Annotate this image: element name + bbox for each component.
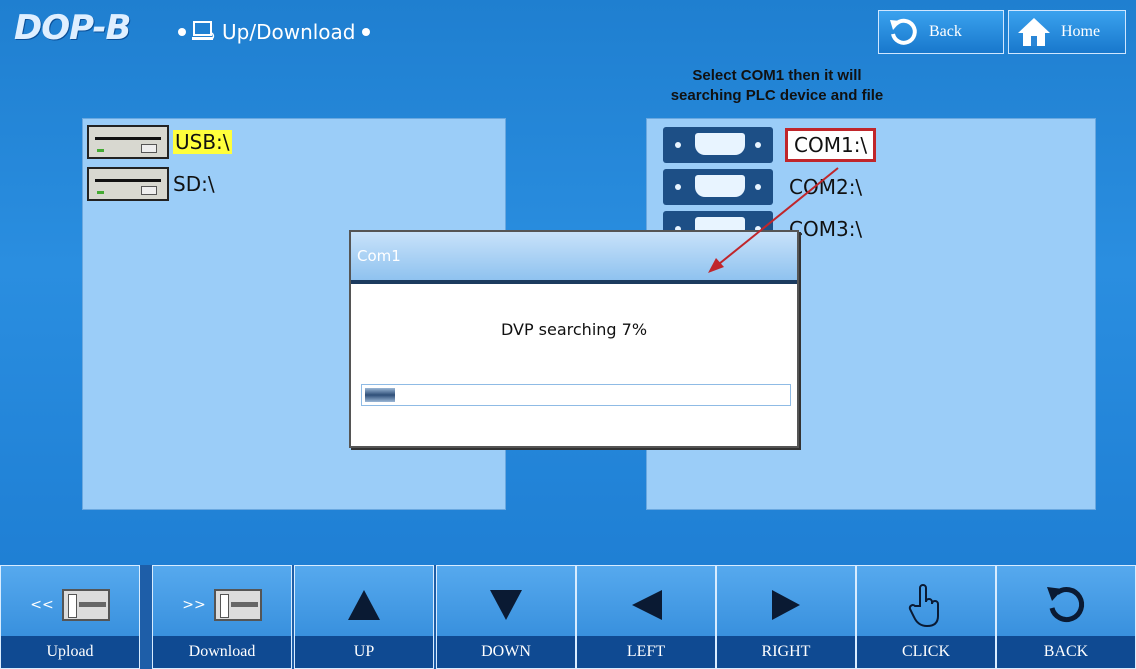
dialog-message: DVP searching 7% (500, 320, 648, 339)
undo-icon (890, 18, 917, 45)
drive-icon (87, 125, 169, 159)
triangle-right-icon (772, 590, 800, 620)
computer-icon (192, 21, 215, 40)
com-item-label: COM1:\ (785, 128, 877, 162)
home-icon (1018, 18, 1050, 46)
download-label: Download (153, 636, 291, 668)
click-button[interactable]: CLICK (856, 565, 996, 669)
header-bar: DOP-B Up/Download Back Home (0, 0, 1136, 62)
up-label: UP (295, 636, 433, 668)
dialog-title: Com1 (351, 232, 797, 284)
device-icon (213, 589, 262, 621)
progress-fill (365, 388, 395, 402)
serial-port-icon (663, 127, 773, 163)
hint-line-1: Select COM1 then it will (692, 67, 862, 84)
device-icon (61, 589, 110, 621)
click-label: CLICK (857, 636, 995, 668)
search-dialog: Com1 DVP searching 7% (349, 230, 799, 448)
triangle-down-icon (490, 590, 522, 620)
down-button[interactable]: DOWN (436, 565, 576, 669)
bottom-toolbar: << Upload >> Download UP DOWN LEFT RIGHT… (0, 565, 1136, 669)
back-toolbar-button[interactable]: BACK (996, 565, 1136, 669)
down-label: DOWN (437, 636, 575, 668)
left-button[interactable]: LEFT (576, 565, 716, 669)
logo: DOP-B (14, 8, 131, 48)
hint-text: Select COM1 then it will searching PLC d… (612, 66, 942, 106)
upload-button[interactable]: << Upload (0, 565, 140, 669)
undo-icon (1047, 587, 1085, 622)
hand-pointer-icon (908, 584, 939, 628)
hint-line-2: searching PLC device and file (670, 87, 884, 104)
triangle-up-icon (348, 590, 380, 620)
serial-port-icon (663, 169, 773, 205)
right-button[interactable]: RIGHT (716, 565, 856, 669)
home-button-label: Home (1061, 23, 1101, 40)
page-title: Up/Download (222, 20, 356, 44)
com-item-com1[interactable]: COM1:\ (663, 127, 877, 163)
back-toolbar-label: BACK (997, 636, 1135, 668)
download-button[interactable]: >> Download (152, 565, 292, 669)
bullet-icon (361, 28, 370, 36)
upload-prefix: << (30, 597, 54, 613)
storage-item-sd[interactable]: SD:\ (87, 167, 215, 201)
upload-label: Upload (1, 636, 139, 668)
breadcrumb: Up/Download (178, 20, 370, 44)
back-button[interactable]: Back (878, 10, 1004, 54)
search-progress-bar (361, 384, 791, 406)
home-button[interactable]: Home (1008, 10, 1126, 54)
drive-icon (87, 167, 169, 201)
com-item-label: COM2:\ (789, 175, 863, 199)
storage-item-label: USB:\ (173, 130, 232, 154)
up-button[interactable]: UP (294, 565, 434, 669)
back-button-label: Back (929, 23, 962, 40)
bullet-icon (178, 28, 186, 36)
com-item-com2[interactable]: COM2:\ (663, 169, 866, 205)
download-prefix: >> (182, 597, 206, 613)
left-label: LEFT (577, 636, 715, 668)
storage-item-label: SD:\ (173, 172, 215, 196)
right-label: RIGHT (717, 636, 855, 668)
storage-item-usb[interactable]: USB:\ (87, 125, 232, 159)
triangle-left-icon (632, 590, 662, 620)
